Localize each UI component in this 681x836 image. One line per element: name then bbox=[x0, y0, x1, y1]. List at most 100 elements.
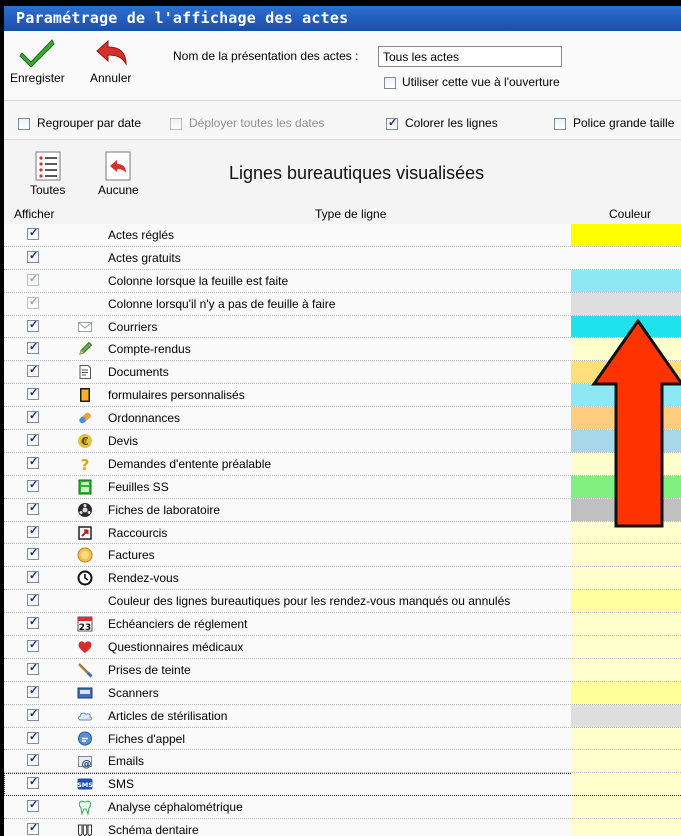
table-row[interactable]: Actes réglés bbox=[4, 224, 681, 247]
row-visible-checkbox[interactable] bbox=[27, 775, 39, 790]
row-color-swatch[interactable] bbox=[571, 544, 681, 567]
row-visible-checkbox[interactable] bbox=[27, 478, 39, 492]
row-visible-checkbox[interactable] bbox=[27, 409, 39, 424]
table-row[interactable]: 23 Echéanciers de réglement bbox=[4, 613, 681, 637]
row-color-swatch[interactable] bbox=[571, 567, 681, 590]
row-visible-checkbox[interactable] bbox=[27, 272, 39, 286]
large-font-checkbox[interactable] bbox=[554, 117, 566, 130]
email-icon: @ bbox=[77, 753, 93, 770]
row-visible-checkbox[interactable] bbox=[27, 638, 39, 653]
row-visible-checkbox[interactable] bbox=[27, 615, 39, 630]
row-visible-checkbox[interactable] bbox=[27, 455, 39, 469]
table-row[interactable]: Ordonnances bbox=[4, 407, 681, 431]
group-by-date-option[interactable]: Regrouper par date bbox=[18, 116, 141, 130]
row-color-swatch[interactable] bbox=[571, 704, 681, 727]
table-row[interactable]: SMS SMS bbox=[4, 773, 681, 797]
group-by-date-checkbox[interactable] bbox=[18, 117, 30, 130]
color-lines-option[interactable]: Colorer les lignes bbox=[386, 116, 498, 130]
table-row[interactable]: Raccourcis bbox=[4, 521, 681, 545]
table-row[interactable]: Documents bbox=[4, 361, 681, 385]
row-label: Fiches de laboratoire bbox=[108, 502, 221, 517]
table-row[interactable]: formulaires personnalisés bbox=[4, 384, 681, 408]
row-visible-checkbox[interactable] bbox=[27, 546, 39, 561]
row-visible-checkbox[interactable] bbox=[27, 363, 39, 378]
row-color-swatch[interactable] bbox=[571, 658, 681, 681]
row-visible-checkbox[interactable] bbox=[27, 295, 39, 309]
table-row[interactable]: Analyse céphalométrique bbox=[4, 796, 681, 820]
select-all-button[interactable]: Toutes bbox=[30, 151, 65, 197]
open-view-option[interactable]: Utiliser cette vue à l'ouverture bbox=[384, 75, 560, 89]
row-color-swatch[interactable] bbox=[571, 636, 681, 658]
row-color-swatch[interactable] bbox=[571, 819, 681, 836]
row-visible-checkbox[interactable] bbox=[27, 684, 39, 698]
row-visible-checkbox[interactable] bbox=[27, 249, 39, 263]
table-row[interactable]: ? Demandes d'entente préalable bbox=[4, 452, 681, 476]
row-visible-checkbox[interactable] bbox=[27, 798, 39, 813]
row-visible-checkbox[interactable] bbox=[27, 318, 39, 332]
presentation-name-input[interactable] bbox=[378, 46, 562, 67]
row-label: Articles de stérilisation bbox=[108, 708, 228, 723]
expand-dates-label: Déployer toutes les dates bbox=[189, 116, 325, 130]
row-color-swatch[interactable] bbox=[571, 590, 681, 613]
large-font-label: Police grande taille bbox=[573, 116, 675, 130]
save-button[interactable]: Enregister bbox=[10, 37, 65, 85]
table-row[interactable]: Courriers bbox=[4, 315, 681, 339]
row-color-swatch[interactable] bbox=[571, 292, 681, 315]
undo-arrow-icon bbox=[95, 39, 127, 66]
cloud-icon bbox=[77, 708, 93, 724]
row-color-swatch[interactable] bbox=[571, 796, 681, 819]
table-row[interactable]: Questionnaires médicaux bbox=[4, 636, 681, 659]
table-row[interactable]: Couleur des lignes bureautiques pour les… bbox=[4, 590, 681, 614]
row-visible-checkbox[interactable] bbox=[27, 661, 39, 675]
row-color-swatch[interactable] bbox=[571, 773, 681, 796]
select-none-button[interactable]: Aucune bbox=[98, 151, 139, 197]
row-visible-checkbox[interactable] bbox=[27, 592, 39, 607]
table-row[interactable]: Feuilles SS bbox=[4, 475, 681, 499]
row-color-swatch[interactable] bbox=[571, 681, 681, 704]
heart-icon bbox=[77, 639, 93, 655]
row-color-swatch[interactable] bbox=[571, 246, 681, 269]
table-row[interactable]: Colonne lorsque la feuille est faite bbox=[4, 269, 681, 293]
row-visible-checkbox[interactable] bbox=[27, 730, 39, 744]
row-visible-checkbox[interactable] bbox=[27, 501, 39, 515]
presentation-name-label: Nom de la présentation des actes : bbox=[173, 49, 359, 63]
table-row[interactable]: € Devis bbox=[4, 430, 681, 453]
row-visible-checkbox[interactable] bbox=[27, 386, 39, 401]
table-row[interactable]: Rendez-vous bbox=[4, 567, 681, 591]
table-row[interactable]: Articles de stérilisation bbox=[4, 704, 681, 728]
open-view-checkbox[interactable] bbox=[384, 76, 396, 89]
row-visible-checkbox[interactable] bbox=[27, 821, 39, 836]
row-visible-checkbox[interactable] bbox=[27, 340, 39, 355]
large-font-option[interactable]: Police grande taille bbox=[554, 116, 674, 130]
table-row[interactable]: Factures bbox=[4, 544, 681, 568]
row-visible-checkbox[interactable] bbox=[27, 707, 39, 721]
color-lines-checkbox[interactable] bbox=[386, 116, 398, 130]
row-visible-checkbox[interactable] bbox=[27, 569, 39, 584]
table-row[interactable]: Prises de teinte bbox=[4, 658, 681, 682]
options-bar: Regrouper par date Déployer toutes les d… bbox=[4, 102, 681, 140]
table-row[interactable]: Colonne lorsqu'il n'y a pas de feuille à… bbox=[4, 292, 681, 316]
table-row[interactable]: @ Emails bbox=[4, 750, 681, 774]
line-type-table: Actes réglés Actes gratuits Colonne lorsqu… bbox=[4, 224, 681, 836]
row-label: Documents bbox=[108, 365, 169, 380]
shortcut-icon bbox=[77, 525, 93, 541]
table-row[interactable]: Scanners bbox=[4, 681, 681, 705]
table-row[interactable]: Compte-rendus bbox=[4, 338, 681, 362]
table-row[interactable]: Actes gratuits bbox=[4, 246, 681, 270]
row-visible-checkbox[interactable] bbox=[27, 432, 39, 447]
row-visible-checkbox[interactable] bbox=[27, 226, 39, 240]
table-row[interactable]: Fiches d'appel bbox=[4, 727, 681, 751]
row-color-swatch[interactable] bbox=[571, 750, 681, 773]
table-row[interactable]: Schéma dentaire bbox=[4, 819, 681, 836]
cancel-button[interactable]: Annuler bbox=[90, 37, 131, 85]
clock-icon bbox=[77, 570, 93, 586]
row-label: SMS bbox=[108, 777, 135, 792]
row-color-swatch[interactable] bbox=[571, 613, 681, 636]
table-row[interactable]: Fiches de laboratoire bbox=[4, 498, 681, 522]
color-lines-label: Colorer les lignes bbox=[405, 116, 498, 130]
row-color-swatch[interactable] bbox=[571, 727, 681, 750]
row-color-swatch[interactable] bbox=[571, 269, 681, 292]
row-visible-checkbox[interactable] bbox=[27, 524, 39, 538]
row-color-swatch[interactable] bbox=[571, 224, 681, 246]
row-visible-checkbox[interactable] bbox=[27, 752, 39, 767]
